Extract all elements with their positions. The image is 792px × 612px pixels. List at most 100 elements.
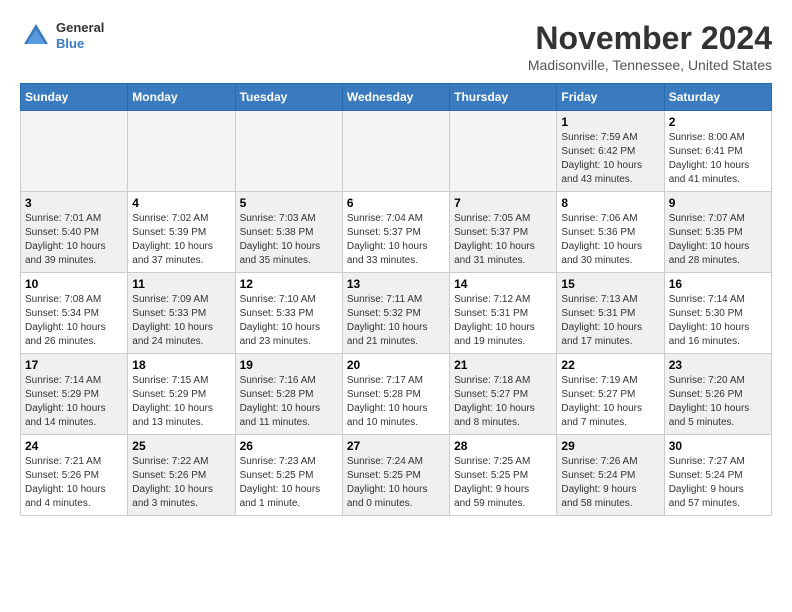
day-number: 15: [561, 277, 659, 291]
month-title: November 2024: [528, 20, 772, 57]
day-info: Sunrise: 7:08 AM Sunset: 5:34 PM Dayligh…: [25, 293, 123, 349]
day-number: 25: [132, 439, 230, 453]
calendar-header-thursday: Thursday: [450, 84, 557, 111]
day-info: Sunrise: 7:13 AM Sunset: 5:31 PM Dayligh…: [561, 293, 659, 349]
day-number: 9: [669, 196, 767, 210]
day-info: Sunrise: 7:14 AM Sunset: 5:29 PM Dayligh…: [25, 374, 123, 430]
calendar-cell: [21, 111, 128, 192]
day-number: 8: [561, 196, 659, 210]
day-number: 21: [454, 358, 552, 372]
calendar-cell: 24 Sunrise: 7:21 AM Sunset: 5:26 PM Dayli…: [21, 435, 128, 516]
day-info: Sunrise: 7:11 AM Sunset: 5:32 PM Dayligh…: [347, 293, 445, 349]
calendar-cell: 29 Sunrise: 7:26 AM Sunset: 5:24 PM Dayli…: [557, 435, 664, 516]
day-number: 7: [454, 196, 552, 210]
logo-general: General: [56, 20, 104, 36]
calendar-week-row: 1Sunrise: 7:59 AM Sunset: 6:42 PM Daylig…: [21, 111, 772, 192]
calendar-header-friday: Friday: [557, 84, 664, 111]
calendar-cell: 6Sunrise: 7:04 AM Sunset: 5:37 PM Daylig…: [342, 192, 449, 273]
calendar-cell: 11Sunrise: 7:09 AM Sunset: 5:33 PM Dayli…: [128, 273, 235, 354]
calendar-header-tuesday: Tuesday: [235, 84, 342, 111]
day-number: 11: [132, 277, 230, 291]
day-info: Sunrise: 7:23 AM Sunset: 5:25 PM Dayligh…: [240, 455, 338, 511]
logo: General Blue: [20, 20, 104, 52]
calendar-header-saturday: Saturday: [664, 84, 771, 111]
calendar-cell: 7Sunrise: 7:05 AM Sunset: 5:37 PM Daylig…: [450, 192, 557, 273]
calendar-cell: 16 Sunrise: 7:14 AM Sunset: 5:30 PM Dayli…: [664, 273, 771, 354]
calendar-cell: 20 Sunrise: 7:17 AM Sunset: 5:28 PM Dayli…: [342, 354, 449, 435]
day-info: Sunrise: 7:12 AM Sunset: 5:31 PM Dayligh…: [454, 293, 552, 349]
day-info: Sunrise: 7:14 AM Sunset: 5:30 PM Dayligh…: [669, 293, 767, 349]
calendar-cell: 21Sunrise: 7:18 AM Sunset: 5:27 PM Dayli…: [450, 354, 557, 435]
day-number: 18: [132, 358, 230, 372]
day-number: 3: [25, 196, 123, 210]
calendar-header-sunday: Sunday: [21, 84, 128, 111]
calendar-table: SundayMondayTuesdayWednesdayThursdayFrid…: [20, 83, 772, 516]
day-info: Sunrise: 7:04 AM Sunset: 5:37 PM Dayligh…: [347, 212, 445, 268]
day-info: Sunrise: 7:06 AM Sunset: 5:36 PM Dayligh…: [561, 212, 659, 268]
calendar-header-monday: Monday: [128, 84, 235, 111]
day-info: Sunrise: 7:03 AM Sunset: 5:38 PM Dayligh…: [240, 212, 338, 268]
calendar-cell: 27 Sunrise: 7:24 AM Sunset: 5:25 PM Dayli…: [342, 435, 449, 516]
day-number: 22: [561, 358, 659, 372]
day-info: Sunrise: 7:24 AM Sunset: 5:25 PM Dayligh…: [347, 455, 445, 511]
logo-text: General Blue: [56, 20, 104, 51]
day-number: 27: [347, 439, 445, 453]
calendar-cell: 18 Sunrise: 7:15 AM Sunset: 5:29 PM Dayli…: [128, 354, 235, 435]
calendar-cell: 4Sunrise: 7:02 AM Sunset: 5:39 PM Daylig…: [128, 192, 235, 273]
day-number: 26: [240, 439, 338, 453]
calendar-cell: 10 Sunrise: 7:08 AM Sunset: 5:34 PM Dayli…: [21, 273, 128, 354]
day-number: 23: [669, 358, 767, 372]
day-number: 13: [347, 277, 445, 291]
calendar-cell: 15 Sunrise: 7:13 AM Sunset: 5:31 PM Dayli…: [557, 273, 664, 354]
calendar-cell: 1Sunrise: 7:59 AM Sunset: 6:42 PM Daylig…: [557, 111, 664, 192]
calendar-cell: [342, 111, 449, 192]
calendar-cell: 8 Sunrise: 7:06 AM Sunset: 5:36 PM Daylig…: [557, 192, 664, 273]
day-info: Sunrise: 7:07 AM Sunset: 5:35 PM Dayligh…: [669, 212, 767, 268]
day-info: Sunrise: 7:26 AM Sunset: 5:24 PM Dayligh…: [561, 455, 659, 511]
day-number: 17: [25, 358, 123, 372]
day-number: 20: [347, 358, 445, 372]
calendar-cell: 28 Sunrise: 7:25 AM Sunset: 5:25 PM Dayli…: [450, 435, 557, 516]
calendar-cell: 17 Sunrise: 7:14 AM Sunset: 5:29 PM Dayli…: [21, 354, 128, 435]
day-info: Sunrise: 7:25 AM Sunset: 5:25 PM Dayligh…: [454, 455, 552, 511]
calendar-cell: 3Sunrise: 7:01 AM Sunset: 5:40 PM Daylig…: [21, 192, 128, 273]
day-number: 28: [454, 439, 552, 453]
calendar-week-row: 3Sunrise: 7:01 AM Sunset: 5:40 PM Daylig…: [21, 192, 772, 273]
calendar-cell: 25 Sunrise: 7:22 AM Sunset: 5:26 PM Dayli…: [128, 435, 235, 516]
day-number: 16: [669, 277, 767, 291]
calendar-cell: 2 Sunrise: 8:00 AM Sunset: 6:41 PM Daylig…: [664, 111, 771, 192]
calendar-cell: 14 Sunrise: 7:12 AM Sunset: 5:31 PM Dayli…: [450, 273, 557, 354]
day-info: Sunrise: 8:00 AM Sunset: 6:41 PM Dayligh…: [669, 131, 767, 187]
day-number: 10: [25, 277, 123, 291]
day-info: Sunrise: 7:19 AM Sunset: 5:27 PM Dayligh…: [561, 374, 659, 430]
day-info: Sunrise: 7:02 AM Sunset: 5:39 PM Dayligh…: [132, 212, 230, 268]
day-info: Sunrise: 7:15 AM Sunset: 5:29 PM Dayligh…: [132, 374, 230, 430]
page-header: General Blue November 2024 Madisonville,…: [20, 20, 772, 73]
day-info: Sunrise: 7:17 AM Sunset: 5:28 PM Dayligh…: [347, 374, 445, 430]
day-number: 5: [240, 196, 338, 210]
logo-icon: [20, 20, 52, 52]
day-number: 12: [240, 277, 338, 291]
location: Madisonville, Tennessee, United States: [528, 57, 772, 73]
day-info: Sunrise: 7:10 AM Sunset: 5:33 PM Dayligh…: [240, 293, 338, 349]
day-info: Sunrise: 7:16 AM Sunset: 5:28 PM Dayligh…: [240, 374, 338, 430]
day-info: Sunrise: 7:21 AM Sunset: 5:26 PM Dayligh…: [25, 455, 123, 511]
calendar-cell: 9 Sunrise: 7:07 AM Sunset: 5:35 PM Daylig…: [664, 192, 771, 273]
logo-blue: Blue: [56, 36, 104, 52]
day-number: 2: [669, 115, 767, 129]
day-info: Sunrise: 7:20 AM Sunset: 5:26 PM Dayligh…: [669, 374, 767, 430]
calendar-cell: [450, 111, 557, 192]
calendar-cell: [235, 111, 342, 192]
calendar-cell: 5 Sunrise: 7:03 AM Sunset: 5:38 PM Daylig…: [235, 192, 342, 273]
calendar-header-row: SundayMondayTuesdayWednesdayThursdayFrid…: [21, 84, 772, 111]
calendar-week-row: 17 Sunrise: 7:14 AM Sunset: 5:29 PM Dayli…: [21, 354, 772, 435]
day-number: 14: [454, 277, 552, 291]
calendar-cell: 26 Sunrise: 7:23 AM Sunset: 5:25 PM Dayli…: [235, 435, 342, 516]
day-number: 30: [669, 439, 767, 453]
calendar-cell: 12 Sunrise: 7:10 AM Sunset: 5:33 PM Dayli…: [235, 273, 342, 354]
day-number: 24: [25, 439, 123, 453]
day-number: 29: [561, 439, 659, 453]
day-info: Sunrise: 7:22 AM Sunset: 5:26 PM Dayligh…: [132, 455, 230, 511]
calendar-cell: 30Sunrise: 7:27 AM Sunset: 5:24 PM Dayli…: [664, 435, 771, 516]
calendar-cell: 23 Sunrise: 7:20 AM Sunset: 5:26 PM Dayli…: [664, 354, 771, 435]
